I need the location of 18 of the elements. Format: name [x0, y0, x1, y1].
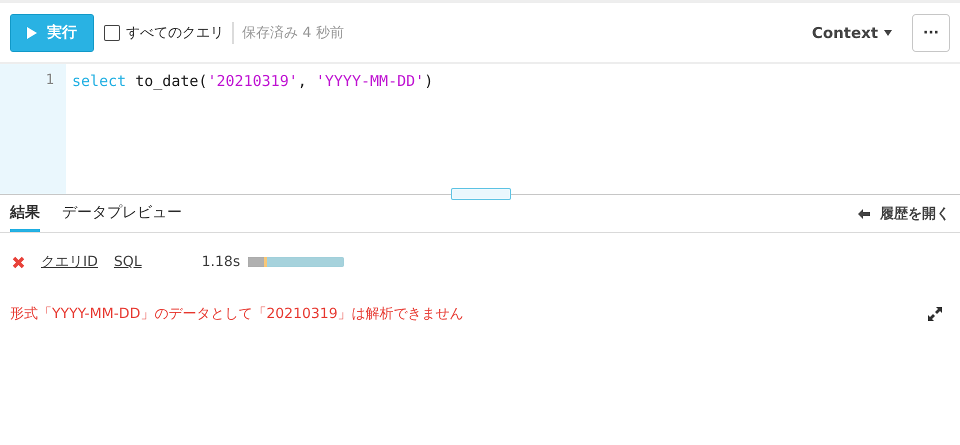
more-button[interactable]: ··· — [912, 14, 950, 52]
tab[interactable]: 結果 — [10, 195, 40, 232]
tab[interactable]: データプレビュー — [62, 195, 182, 232]
context-dropdown[interactable]: Context — [806, 22, 898, 42]
duration: 1.18s — [202, 254, 240, 270]
query-id-link[interactable]: クエリID — [41, 253, 98, 271]
open-history-button[interactable]: 履歴を開く — [858, 195, 950, 232]
error-message: 形式「YYYY-MM-DD」のデータとして「20210319」は解析できません — [10, 305, 464, 323]
play-icon — [27, 26, 37, 38]
caret-icon — [884, 30, 892, 36]
sql-link[interactable]: SQL — [114, 254, 142, 270]
all-queries-checkbox[interactable]: すべてのクエリ — [104, 24, 224, 42]
arrow-left-icon — [858, 208, 870, 218]
line-number: 1 — [44, 72, 54, 88]
expand-icon[interactable] — [928, 307, 942, 321]
code-line: select to_date('20210319', 'YYYY-MM-DD') — [71, 71, 434, 92]
saved-status: 保存済み 4 秒前 — [242, 24, 344, 42]
resize-handle[interactable] — [451, 188, 511, 200]
